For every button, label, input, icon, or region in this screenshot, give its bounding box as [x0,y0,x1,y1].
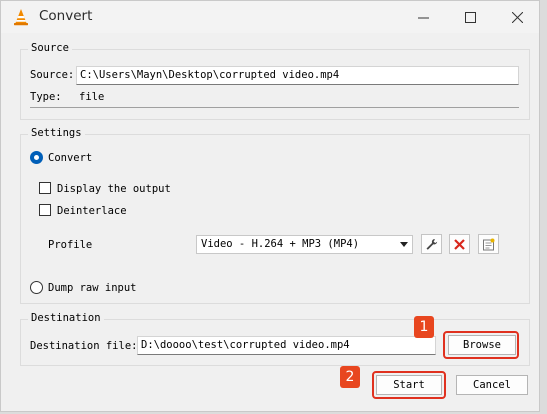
step-marker-2: 2 [340,366,360,388]
delete-profile-button[interactable] [449,234,470,254]
convert-radio-label: Convert [48,152,93,164]
close-window-button[interactable] [494,1,540,33]
edit-profile-button[interactable] [421,234,442,254]
minimize-button[interactable] [400,1,446,33]
source-divider [30,107,519,108]
new-profile-button[interactable] [478,234,499,254]
step-marker-1: 1 [414,316,434,338]
convert-radio[interactable] [30,151,43,164]
new-profile-icon [483,238,495,250]
deinterlace-label: Deinterlace [57,205,127,217]
maximize-icon [464,11,476,23]
minimize-icon [417,17,429,18]
settings-group [20,134,530,304]
vlc-cone-icon [14,9,28,26]
settings-group-title: Settings [28,127,85,139]
source-label: Source: [30,69,75,81]
chevron-down-icon [400,242,408,247]
cancel-button[interactable]: Cancel [456,375,528,395]
window-title: Convert [39,8,93,24]
display-output-checkbox[interactable] [39,182,51,194]
destination-group-title: Destination [28,312,104,324]
profile-label: Profile [48,239,93,251]
maximize-button[interactable] [447,1,493,33]
convert-dialog: Convert Source Source: C:\Users\Mayn\Des… [0,0,540,412]
source-group-title: Source [28,42,72,54]
destination-path-field[interactable]: D:\doooo\test\corrupted video.mp4 [137,336,436,355]
profile-select-value: Video - H.264 + MP3 (MP4) [201,238,360,250]
wrench-icon [426,238,438,250]
close-icon [511,11,523,23]
dump-raw-label: Dump raw input [48,282,137,294]
start-highlight-box [372,371,446,399]
red-x-icon [454,238,465,250]
browse-highlight-box [443,331,519,359]
profile-select[interactable]: Video - H.264 + MP3 (MP4) [196,235,413,254]
dump-raw-radio[interactable] [30,281,43,294]
title-bar: Convert [1,1,539,33]
type-value: file [79,91,105,103]
display-output-label: Display the output [57,183,171,195]
deinterlace-checkbox[interactable] [39,204,51,216]
source-path-field[interactable]: C:\Users\Mayn\Desktop\corrupted video.mp… [76,66,519,85]
type-label: Type: [30,91,62,103]
destination-file-label: Destination file: [30,340,138,352]
